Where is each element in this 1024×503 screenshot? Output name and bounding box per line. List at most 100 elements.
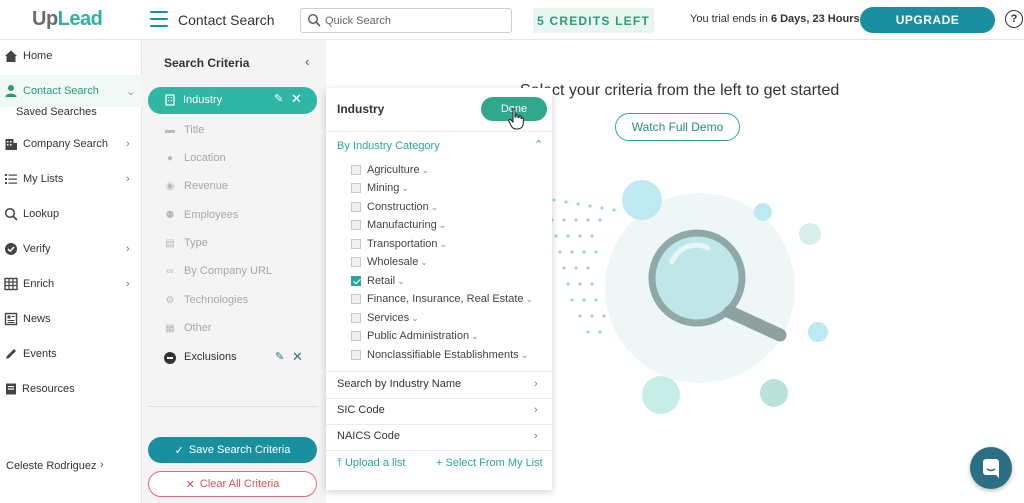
nav-events[interactable]: Events	[0, 338, 142, 370]
option-retail[interactable]: Retail ⌄	[351, 273, 405, 289]
criteria-label: Technologies	[184, 294, 249, 306]
nav-news[interactable]: News	[0, 303, 142, 335]
criteria-location-item[interactable]: ● Location	[164, 148, 314, 168]
chevron-right-icon: ›	[534, 378, 538, 390]
checkbox[interactable]	[351, 294, 361, 304]
checkbox[interactable]	[351, 313, 361, 323]
chevron-down-icon[interactable]: ⌄	[431, 202, 439, 212]
criteria-label: Type	[184, 237, 208, 249]
option-label: Wholesale	[367, 256, 419, 268]
nav-lookup[interactable]: Lookup	[0, 198, 142, 230]
nav-saved-searches[interactable]: Saved Searches	[16, 106, 97, 118]
quick-search-input[interactable]	[325, 12, 505, 30]
edit-icon[interactable]: ✎	[274, 92, 283, 105]
hamburger-menu-icon[interactable]	[150, 11, 168, 27]
option-manufacturing[interactable]: Manufacturing ⌄	[351, 217, 446, 233]
checkbox[interactable]	[351, 165, 361, 175]
chat-widget-button[interactable]	[970, 447, 1012, 489]
chevron-down-icon[interactable]: ⌄	[397, 276, 405, 286]
chevron-right-icon[interactable]: ›	[100, 459, 104, 471]
nav-contact-search[interactable]: Contact Search ⌄	[0, 75, 142, 107]
option-finance[interactable]: Finance, Insurance, Real Estate ⌄	[351, 291, 533, 307]
criteria-exclusions-item[interactable]: Exclusions ✎ ✕	[164, 349, 314, 369]
minus-circle-icon	[164, 352, 176, 364]
option-nonclassifiable[interactable]: Nonclassifiable Establishments ⌄	[351, 347, 528, 363]
upgrade-button[interactable]: UPGRADE	[860, 7, 995, 33]
chevron-down-icon[interactable]: ⌄	[471, 331, 479, 341]
nav-my-lists[interactable]: My Lists ›	[0, 163, 142, 195]
separator	[326, 424, 552, 425]
watch-demo-button[interactable]: Watch Full Demo	[615, 113, 740, 141]
criteria-type-item[interactable]: ▤ Type	[164, 233, 314, 253]
trial-notice: You trial ends in 6 Days, 23 Hours	[690, 13, 860, 25]
option-label: Construction	[367, 201, 429, 213]
quick-search-box[interactable]	[300, 8, 512, 33]
checkbox[interactable]	[351, 183, 361, 193]
chevron-down-icon[interactable]: ⌄	[420, 257, 428, 267]
option-transportation[interactable]: Transportation ⌄	[351, 236, 447, 252]
chevron-down-icon[interactable]: ⌄	[401, 183, 409, 193]
gear-icon: ⚙	[165, 294, 175, 306]
chevron-down-icon[interactable]: ⌄	[521, 350, 529, 360]
select-from-my-list-link[interactable]: + Select From My List	[436, 457, 543, 469]
trial-prefix: You trial ends in	[690, 13, 771, 25]
option-public-administration[interactable]: Public Administration ⌄	[351, 328, 479, 344]
criteria-label: Revenue	[184, 180, 229, 192]
naics-code[interactable]: NAICS Code ›	[337, 430, 547, 446]
criteria-other-item[interactable]: ▦ Other	[164, 318, 314, 338]
nav-label: My Lists	[23, 173, 64, 185]
option-mining[interactable]: Mining ⌄	[351, 180, 409, 196]
save-search-criteria-button[interactable]: ✓ Save Search Criteria	[148, 437, 317, 463]
collapse-panel-icon[interactable]: ‹	[305, 54, 309, 69]
checkbox[interactable]	[351, 202, 361, 212]
checkbox[interactable]	[351, 220, 361, 230]
check-circle-icon	[5, 243, 17, 255]
option-agriculture[interactable]: Agriculture ⌄	[351, 162, 429, 178]
nav-verify[interactable]: Verify ›	[0, 233, 142, 265]
criteria-employees-item[interactable]: ⚉ Employees	[164, 205, 314, 225]
logo-up: Up	[32, 8, 58, 30]
chevron-down-icon[interactable]: ⌄	[526, 294, 534, 304]
criteria-revenue-item[interactable]: ◉ Revenue	[164, 176, 314, 196]
help-icon[interactable]: ?	[1005, 10, 1023, 28]
chevron-down-icon[interactable]: ⌄	[411, 313, 419, 323]
main-headline: Select your criteria from the left to ge…	[520, 82, 840, 99]
link-label: Search by Industry Name	[337, 378, 462, 390]
sic-code[interactable]: SIC Code ›	[337, 404, 547, 420]
checkbox[interactable]	[351, 350, 361, 360]
option-construction[interactable]: Construction ⌄	[351, 199, 438, 215]
edit-icon[interactable]: ✎	[275, 350, 284, 363]
nav-home[interactable]: Home	[0, 40, 142, 72]
nav-company-search[interactable]: Company Search ›	[0, 128, 142, 160]
industry-category-header[interactable]: By Industry Category	[337, 140, 440, 152]
nav-label: Lookup	[23, 208, 60, 220]
criteria-company-url-item[interactable]: ∞ By Company URL	[164, 261, 314, 281]
clear-all-criteria-button[interactable]: ✕ Clear All Criteria	[148, 471, 317, 497]
chevron-down-icon[interactable]: ⌄	[439, 220, 447, 230]
checkbox[interactable]	[351, 257, 361, 267]
option-wholesale[interactable]: Wholesale ⌄	[351, 254, 428, 270]
book-icon	[6, 383, 16, 395]
newspaper-icon	[4, 312, 18, 326]
close-icon[interactable]: ✕	[292, 349, 303, 365]
checkbox[interactable]	[351, 331, 361, 341]
nav-resources[interactable]: Resources	[0, 373, 142, 405]
list-icon	[5, 174, 17, 184]
chevron-up-icon[interactable]: ⌃	[534, 138, 543, 151]
chevron-right-icon: ›	[534, 404, 538, 416]
nav-enrich[interactable]: Enrich ›	[0, 268, 142, 300]
option-services[interactable]: Services ⌄	[351, 310, 419, 326]
uplead-logo[interactable]: UpLead	[32, 8, 103, 31]
save-label: Save Search Criteria	[188, 444, 291, 456]
checkbox[interactable]	[351, 239, 361, 249]
close-icon[interactable]: ✕	[291, 91, 302, 107]
criteria-title-item[interactable]: ▬ Title	[164, 120, 314, 140]
upload-list-link[interactable]: ⤒ Upload a list	[337, 457, 405, 470]
checkbox-checked[interactable]	[351, 276, 361, 286]
chevron-down-icon[interactable]: ⌄	[440, 239, 448, 249]
criteria-industry-item[interactable]: Industry ✎ ✕	[148, 87, 317, 114]
chevron-down-icon[interactable]: ⌄	[422, 165, 430, 175]
criteria-technologies-item[interactable]: ⚙ Technologies	[164, 290, 314, 310]
user-name[interactable]: Celeste Rodriguez	[6, 460, 97, 472]
search-by-industry-name[interactable]: Search by Industry Name ›	[337, 378, 547, 394]
